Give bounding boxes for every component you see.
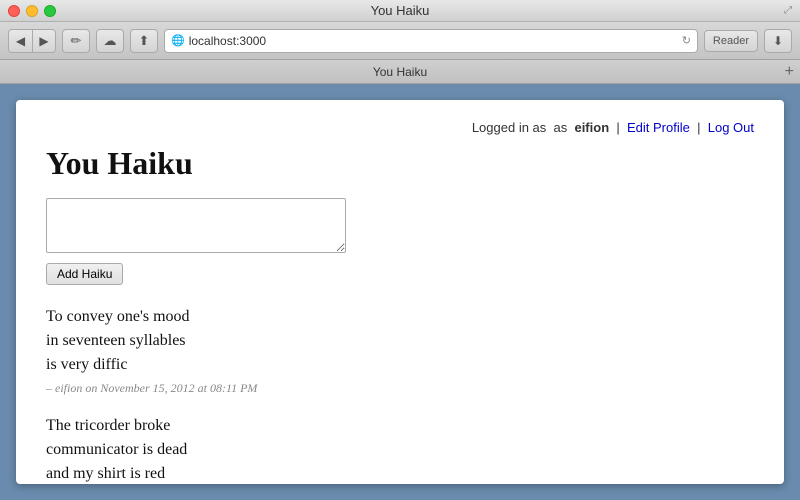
haiku-1-line1: To convey one's mood — [46, 308, 190, 325]
reader-label: Reader — [713, 35, 749, 47]
bookmark-icon: ✏ — [71, 33, 82, 49]
title-bar: You Haiku ⤢ — [0, 0, 800, 22]
share-button[interactable]: ⬆ — [130, 29, 158, 53]
cloud-icon: ☁ — [104, 33, 117, 49]
haiku-1-line2: in seventeen syllables — [46, 332, 186, 349]
browser-window: Logged in as as eifion | Edit Profile | … — [16, 100, 784, 484]
address-bar[interactable]: 🌐 ↻ — [164, 29, 698, 53]
maximize-button[interactable] — [44, 5, 56, 17]
haiku-text-1: To convey one's mood in seventeen syllab… — [46, 305, 754, 377]
cloud-button[interactable]: ☁ — [96, 29, 124, 53]
haiku-text-2: The tricorder broke communicator is dead… — [46, 414, 754, 484]
back-icon: ◀ — [16, 34, 25, 48]
haiku-1-line3: is very diffic — [46, 356, 127, 373]
haiku-meta-1: – eifion on November 15, 2012 at 08:11 P… — [46, 381, 754, 396]
page-title: You Haiku — [46, 145, 754, 182]
close-button[interactable] — [8, 5, 20, 17]
resize-icon: ⤢ — [784, 5, 792, 16]
haiku-entry-1: To convey one's mood in seventeen syllab… — [46, 305, 754, 396]
bookmark-button[interactable]: ✏ — [62, 29, 90, 53]
haiku-2-line2: communicator is dead — [46, 441, 187, 458]
haiku-entry-2: The tricorder broke communicator is dead… — [46, 414, 754, 484]
share-icon: ⬆ — [139, 33, 150, 49]
download-icon: ⬇ — [773, 34, 783, 48]
traffic-lights — [8, 5, 56, 17]
logged-in-text: Logged in as as eifion | Edit Profile | … — [472, 120, 754, 135]
haiku-2-line3: and my shirt is red — [46, 465, 165, 482]
haiku-2-line1: The tricorder broke — [46, 417, 170, 434]
globe-icon: 🌐 — [171, 34, 185, 47]
edit-profile-link[interactable]: Edit Profile — [627, 120, 690, 135]
separator2: | — [697, 120, 700, 135]
page-content: Logged in as as eifion | Edit Profile | … — [16, 100, 784, 484]
new-tab-button[interactable]: + — [785, 64, 794, 80]
forward-button[interactable]: ▶ — [32, 29, 56, 53]
reader-button[interactable]: Reader — [704, 30, 758, 52]
logged-in-label: Logged in as — [472, 120, 546, 135]
top-bar: Logged in as as eifion | Edit Profile | … — [46, 120, 754, 135]
refresh-icon[interactable]: ↻ — [682, 34, 691, 47]
separator1: | — [616, 120, 619, 135]
log-out-link[interactable]: Log Out — [708, 120, 754, 135]
back-button[interactable]: ◀ — [8, 29, 32, 53]
page-area: Logged in as as eifion | Edit Profile | … — [0, 84, 800, 500]
download-button[interactable]: ⬇ — [764, 29, 792, 53]
url-input[interactable] — [189, 34, 678, 48]
nav-back-forward: ◀ ▶ — [8, 29, 56, 53]
window-title: You Haiku — [371, 3, 430, 18]
add-haiku-button[interactable]: Add Haiku — [46, 263, 123, 285]
tab-bar: You Haiku + — [0, 60, 800, 84]
minimize-button[interactable] — [26, 5, 38, 17]
haiku-textarea[interactable] — [46, 198, 346, 253]
forward-icon: ▶ — [39, 34, 48, 48]
tab-title: You Haiku — [373, 65, 427, 79]
browser-toolbar: ◀ ▶ ✏ ☁ ⬆ 🌐 ↻ Reader ⬇ — [0, 22, 800, 60]
username: eifion — [574, 120, 609, 135]
